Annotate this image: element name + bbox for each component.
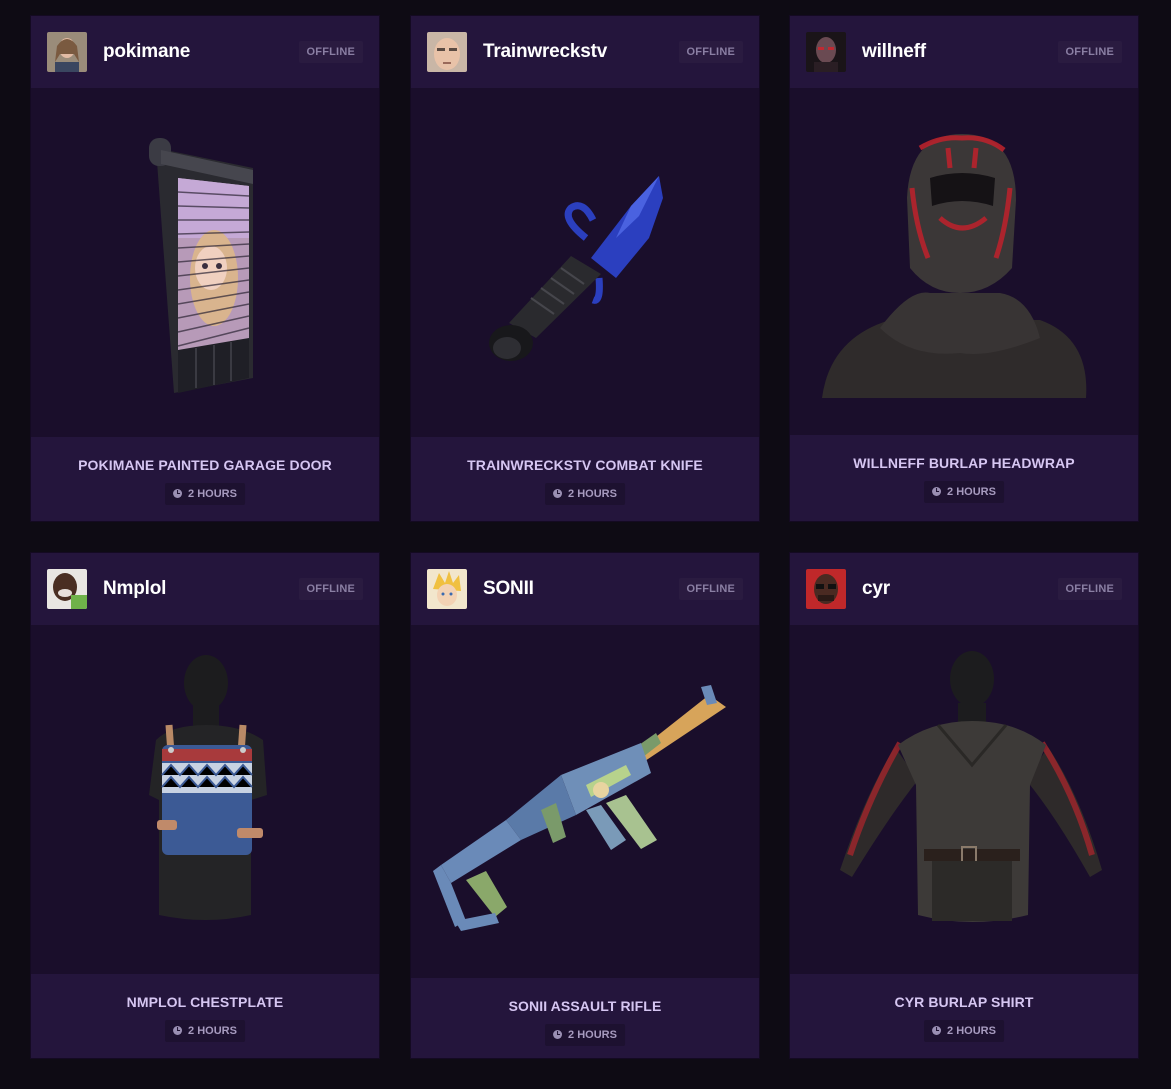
drop-card[interactable]: willneff OFFLINE WILLNEFF BURLAP HEADWRA…: [790, 16, 1138, 521]
card-header: Trainwreckstv OFFLINE: [411, 16, 759, 88]
card-footer: CYR BURLAP SHIRT 2 HOURS: [790, 974, 1138, 1058]
avatar: [427, 569, 467, 609]
item-image: [411, 88, 759, 440]
avatar: [47, 32, 87, 72]
drop-card[interactable]: Trainwreckstv OFFLINE TRAINWRECKSTV COMB…: [411, 16, 759, 521]
streamer-name[interactable]: Nmplol: [103, 577, 166, 601]
clock-icon: [553, 489, 563, 498]
item-name: NMPLOL CHESTPLATE: [126, 994, 284, 1010]
status-badge: OFFLINE: [1057, 41, 1122, 63]
status-badge: OFFLINE: [298, 578, 363, 600]
clock-icon: [173, 1026, 183, 1035]
card-footer: TRAINWRECKSTV COMBAT KNIFE 2 HOURS: [411, 437, 759, 521]
avatar: [806, 569, 846, 609]
drop-card[interactable]: SONII OFFLINE SONII ASSAULT RIFLE 2 HOUR…: [411, 553, 759, 1058]
duration-label: 2 HOURS: [947, 1025, 996, 1037]
streamer-name[interactable]: Trainwreckstv: [483, 40, 607, 64]
card-header: willneff OFFLINE: [790, 16, 1138, 88]
duration-badge: 2 HOURS: [545, 1024, 625, 1046]
avatar: [806, 32, 846, 72]
item-image: [411, 625, 759, 977]
card-footer: POKIMANE PAINTED GARAGE DOOR 2 HOURS: [31, 437, 379, 521]
item-name: CYR BURLAP SHIRT: [894, 994, 1034, 1010]
clock-icon: [553, 1030, 563, 1039]
card-footer: NMPLOL CHESTPLATE 2 HOURS: [31, 974, 379, 1058]
card-footer: WILLNEFF BURLAP HEADWRAP 2 HOURS: [790, 435, 1138, 521]
drop-card[interactable]: cyr OFFLINE CYR BURLAP SHIRT 2 HOURS: [790, 553, 1138, 1058]
card-header: Nmplol OFFLINE: [31, 553, 379, 625]
burlap-shirt-icon: [840, 651, 1102, 922]
headwrap-icon: [822, 134, 1087, 398]
clock-icon: [173, 489, 183, 498]
duration-badge: 2 HOURS: [165, 1020, 245, 1042]
drop-card[interactable]: Nmplol OFFLINE NMPLOL CHESTPLATE 2 HOURS: [31, 553, 379, 1058]
combat-knife-icon: [489, 176, 663, 361]
avatar: [427, 32, 467, 72]
duration-label: 2 HOURS: [568, 1029, 617, 1041]
chestplate-icon: [149, 655, 267, 920]
duration-badge: 2 HOURS: [924, 481, 1004, 503]
duration-badge: 2 HOURS: [924, 1020, 1004, 1042]
item-name: WILLNEFF BURLAP HEADWRAP: [853, 455, 1075, 471]
duration-badge: 2 HOURS: [165, 483, 245, 505]
clock-icon: [932, 1026, 942, 1035]
item-name: SONII ASSAULT RIFLE: [508, 998, 662, 1014]
duration-label: 2 HOURS: [568, 488, 617, 500]
streamer-name[interactable]: willneff: [862, 40, 926, 64]
drop-card[interactable]: pokimane OFFLINE POKIMANE PAINTED GARAGE…: [31, 16, 379, 521]
item-image: [31, 88, 379, 440]
card-footer: SONII ASSAULT RIFLE 2 HOURS: [411, 978, 759, 1058]
card-header: cyr OFFLINE: [790, 553, 1138, 625]
card-header: pokimane OFFLINE: [31, 16, 379, 88]
streamer-name[interactable]: cyr: [862, 577, 890, 601]
streamer-name[interactable]: SONII: [483, 577, 534, 601]
status-badge: OFFLINE: [1057, 578, 1122, 600]
item-name: POKIMANE PAINTED GARAGE DOOR: [78, 457, 332, 473]
status-badge: OFFLINE: [298, 41, 363, 63]
item-image: [790, 625, 1138, 977]
avatar: [47, 569, 87, 609]
clock-icon: [932, 487, 942, 496]
duration-label: 2 HOURS: [188, 488, 237, 500]
status-badge: OFFLINE: [678, 578, 743, 600]
duration-badge: 2 HOURS: [545, 483, 625, 505]
assault-rifle-icon: [433, 685, 726, 931]
item-image: [31, 625, 379, 977]
garage-door-icon: [149, 138, 253, 393]
item-image: [790, 88, 1138, 440]
streamer-name[interactable]: pokimane: [103, 40, 190, 64]
card-header: SONII OFFLINE: [411, 553, 759, 625]
item-name: TRAINWRECKSTV COMBAT KNIFE: [467, 457, 703, 473]
duration-label: 2 HOURS: [188, 1025, 237, 1037]
duration-label: 2 HOURS: [947, 486, 996, 498]
status-badge: OFFLINE: [678, 41, 743, 63]
